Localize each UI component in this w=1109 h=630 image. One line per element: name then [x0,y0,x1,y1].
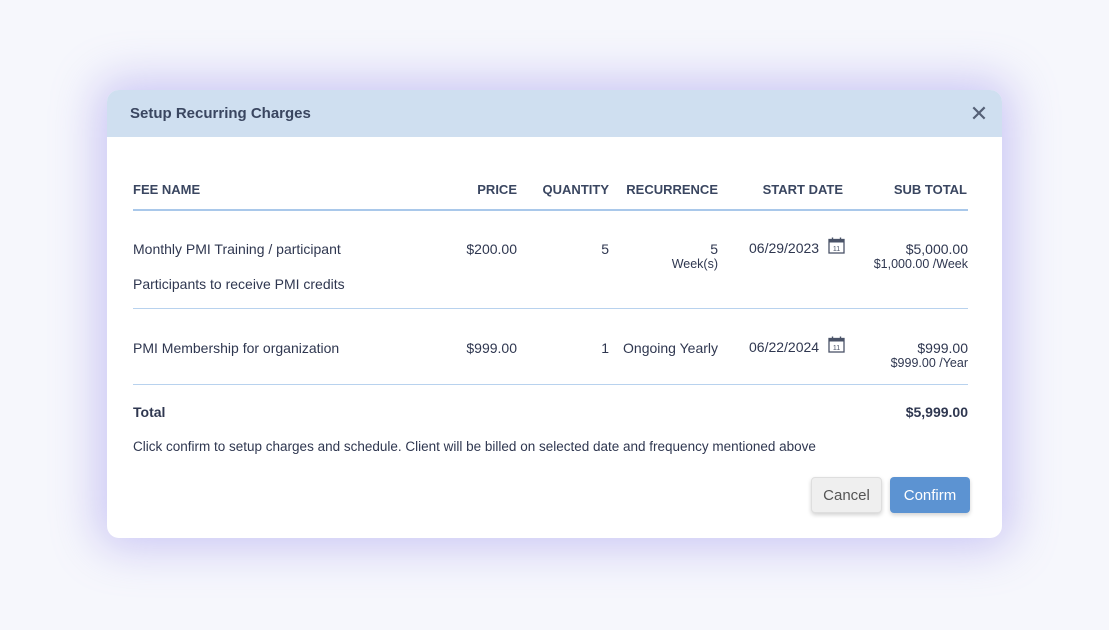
row-separator [133,308,968,309]
svg-text:11: 11 [833,246,840,253]
dialog-header: Setup Recurring Charges ✕ [107,90,1002,137]
row2-price: $999.00 [466,340,517,356]
header-separator [133,209,968,211]
row1-quantity: 5 [601,241,609,257]
header-quantity: QUANTITY [542,182,609,197]
row1-fee-name: Monthly PMI Training / participant [133,241,341,257]
confirmation-message: Click confirm to setup charges and sched… [133,439,816,454]
calendar-icon[interactable]: 11 [828,237,845,254]
row1-recurrence-unit: Week(s) [671,257,718,271]
total-label: Total [133,404,166,420]
row2-fee-name: PMI Membership for organization [133,340,340,356]
row1-price: $200.00 [466,241,517,257]
cancel-button[interactable]: Cancel [811,477,882,513]
row1-note: Participants to receive PMI credits [133,276,345,292]
row1-start-date: 06/29/2023 [749,240,820,256]
svg-text:11: 11 [833,345,840,352]
header-recurrence: RECURRENCE [626,182,718,197]
row1-recurrence-count: 5 [710,241,718,257]
header-start-date: START DATE [762,182,843,197]
row2-quantity: 1 [601,340,609,356]
row2-sub-total: $999.00 [917,340,968,356]
total-value: $5,999.00 [905,404,968,420]
header-fee-name: FEE NAME [133,182,201,197]
row2-recurrence: Ongoing Yearly [623,340,718,356]
close-icon[interactable]: ✕ [968,102,990,125]
row1-sub-total: $5,000.00 [905,241,968,257]
calendar-icon[interactable]: 11 [828,336,845,353]
header-sub-total: SUB TOTAL [893,182,967,197]
dialog-title: Setup Recurring Charges [130,105,311,122]
row2-rate: $999.00 /Year [890,356,968,370]
row-separator [133,384,968,385]
row2-start-date: 06/22/2024 [749,339,820,355]
setup-recurring-charges-dialog: Setup Recurring Charges ✕ FEE NAME PRICE… [107,90,1002,538]
header-price: PRICE [477,182,517,197]
row1-rate: $1,000.00 /Week [873,257,968,271]
confirm-button[interactable]: Confirm [890,477,970,513]
